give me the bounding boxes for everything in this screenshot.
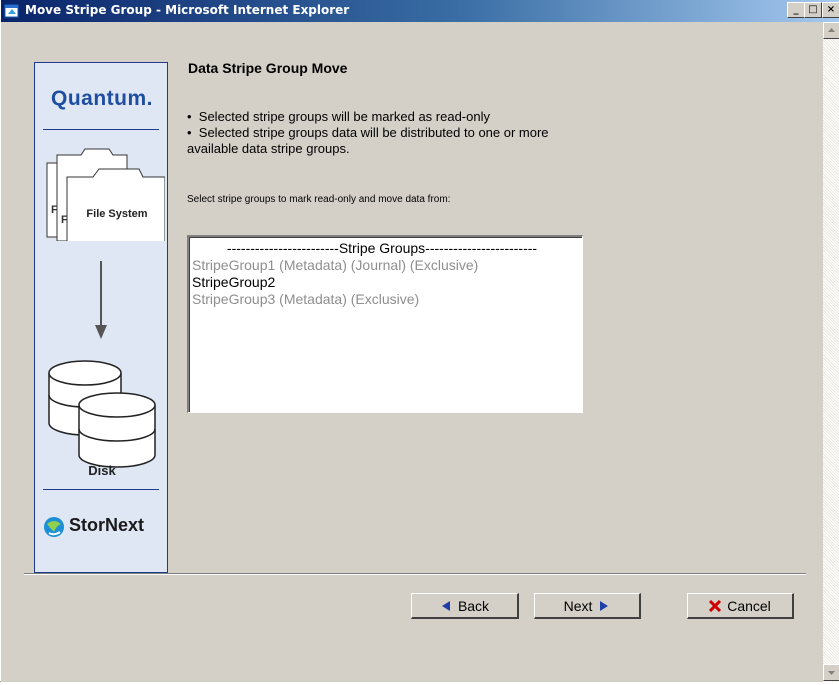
bullet-continuation: available data stripe groups. — [187, 141, 350, 156]
cancel-button-label: Cancel — [727, 597, 771, 614]
disk-label: Disk — [88, 463, 116, 478]
bullet-text: Selected stripe groups will be marked as… — [198, 109, 490, 124]
stornext-logo: StorNext — [43, 513, 167, 543]
divider — [43, 129, 159, 130]
list-item-stripegroup1: StripeGroup1 (Metadata) (Journal) (Exclu… — [192, 257, 479, 273]
bullet-item: • Selected stripe groups data will be di… — [187, 125, 549, 141]
scroll-up-button[interactable] — [823, 22, 839, 39]
close-button[interactable]: × — [822, 2, 839, 18]
folder-letter: F — [51, 204, 58, 216]
title-bar[interactable]: Move Stripe Group - Microsoft Internet E… — [1, 0, 839, 22]
bullet-item: • Selected stripe groups will be marked … — [187, 109, 549, 125]
maximize-button[interactable]: □ — [804, 2, 822, 18]
scroll-up-icon — [828, 28, 835, 32]
minimize-button[interactable]: _ — [787, 2, 805, 18]
list-item-stripegroup2[interactable]: StripeGroup2 — [192, 274, 582, 291]
back-button-label: Back — [457, 597, 490, 614]
quantum-logo: Quantum. — [51, 87, 153, 110]
file-system-icon: F F File System — [46, 148, 165, 241]
folder-letter: F — [61, 214, 68, 226]
cancel-x-icon — [709, 599, 722, 612]
page-title: Data Stripe Group Move — [188, 60, 348, 76]
browser-window: Move Stripe Group - Microsoft Internet E… — [0, 0, 839, 682]
divider — [43, 489, 159, 490]
list-header: ------------------------Stripe Groups---… — [226, 240, 538, 256]
scroll-down-button[interactable] — [823, 664, 839, 681]
file-system-label: File System — [86, 208, 147, 220]
cancel-button[interactable]: Cancel — [687, 593, 794, 619]
stripe-group-listbox[interactable]: ------------------------Stripe Groups---… — [187, 235, 583, 413]
close-icon: × — [826, 4, 836, 15]
stornext-globe-icon — [44, 517, 64, 537]
footer-divider — [24, 573, 806, 575]
back-arrow-icon — [441, 600, 450, 611]
maximize-icon: □ — [808, 4, 818, 15]
minimize-icon: _ — [793, 4, 799, 15]
bullet-dot: • — [187, 109, 199, 124]
stornext-brand: StorNext — [69, 515, 145, 535]
instruction-text: Select stripe groups to mark read-only a… — [187, 194, 451, 205]
side-panel: Quantum. F F File System Disk StorNext — [34, 62, 168, 573]
vertical-scrollbar[interactable] — [823, 22, 839, 682]
window-title: Move Stripe Group - Microsoft Internet E… — [25, 3, 350, 17]
next-button-label: Next — [563, 597, 593, 614]
next-arrow-icon — [600, 600, 609, 611]
scroll-down-icon — [828, 671, 835, 675]
bullet-list: • Selected stripe groups will be marked … — [187, 109, 549, 157]
back-button[interactable]: Back — [411, 593, 519, 619]
page-content: Quantum. F F File System Disk StorNext D… — [1, 22, 823, 682]
down-arrow-icon — [95, 261, 107, 339]
ie-icon — [4, 4, 19, 18]
bullet-dot: • — [187, 125, 199, 140]
next-button[interactable]: Next — [534, 593, 641, 619]
disk-stack-icon — [48, 360, 156, 468]
list-item-stripegroup3: StripeGroup3 (Metadata) (Exclusive) — [192, 291, 420, 307]
bullet-text: Selected stripe groups data will be dist… — [198, 125, 549, 140]
